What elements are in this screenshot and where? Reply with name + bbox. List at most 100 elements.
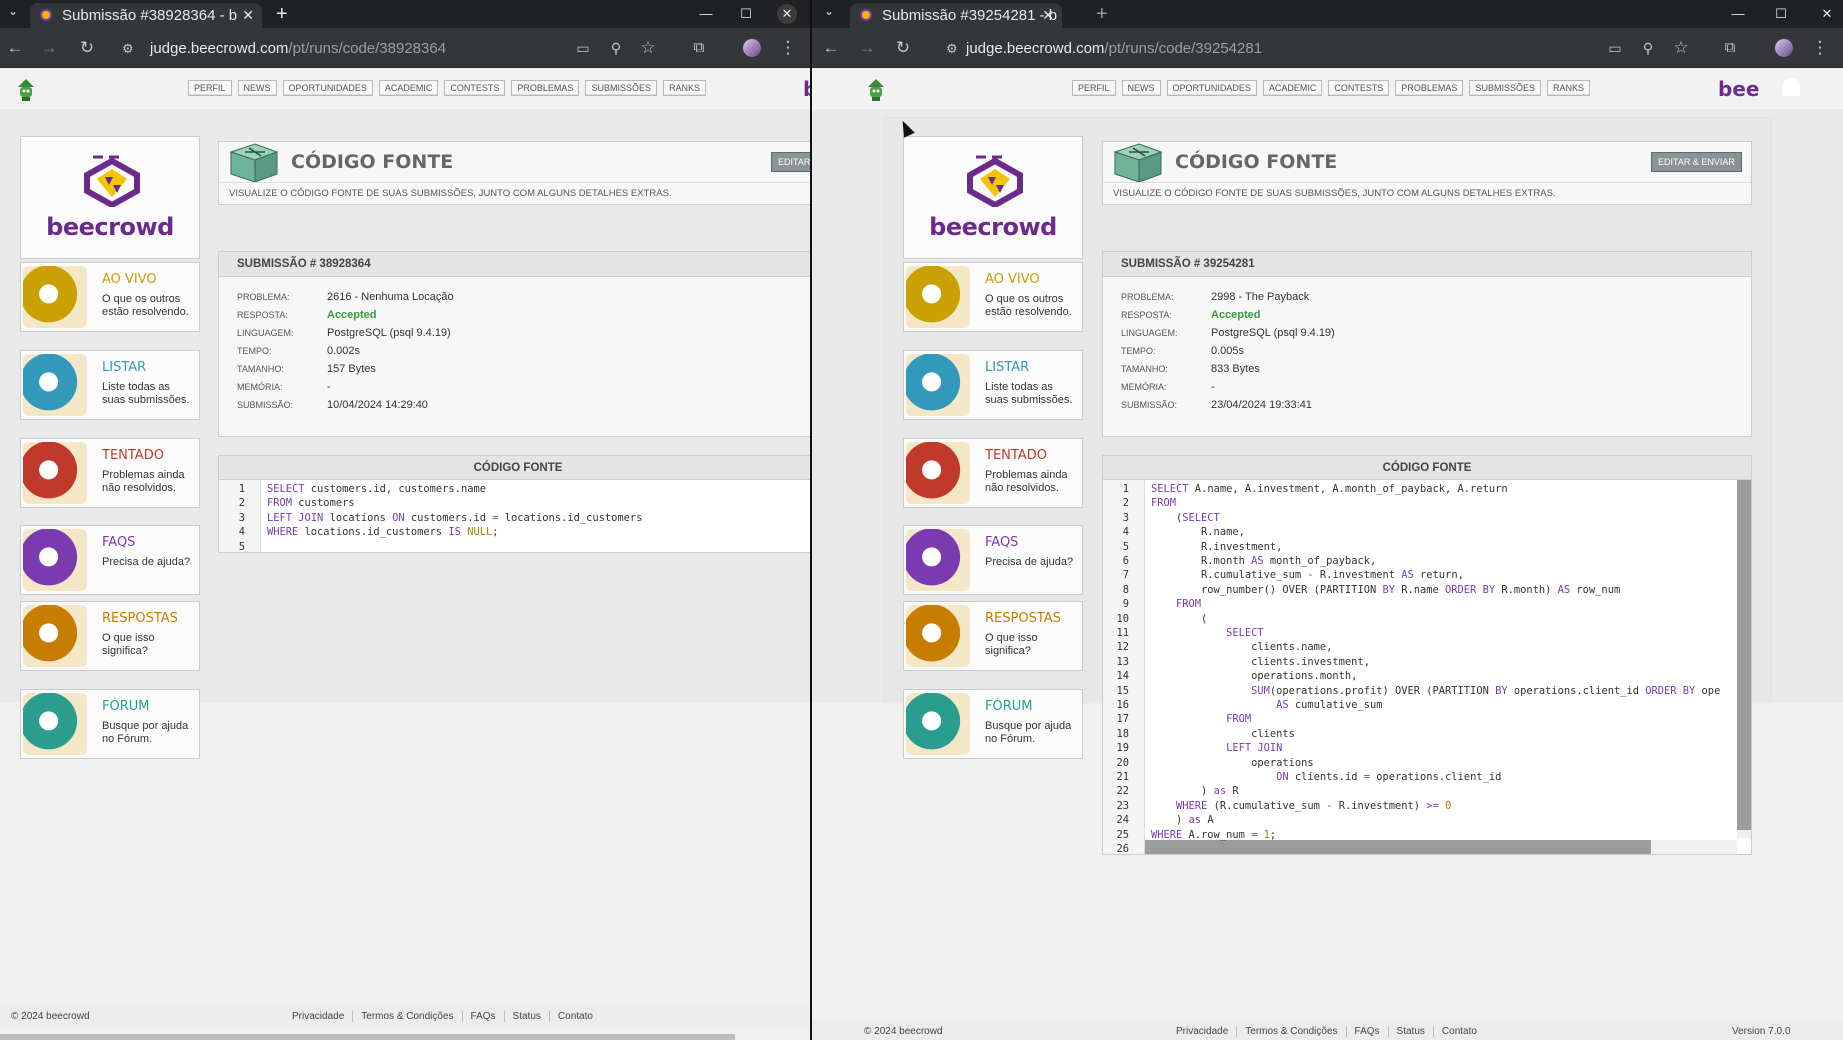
nav-problemas[interactable]: PROBLEMAS [511, 80, 580, 96]
sidebar-item-faqs[interactable]: FAQS Precisa de ajuda? [20, 525, 200, 595]
robot-logo-icon[interactable] [865, 77, 887, 103]
code-text: clients.name, [1151, 641, 1333, 654]
code-line: 12 clients.name, [1103, 640, 1751, 654]
sidebar-item-listar[interactable]: LISTAR Liste todas as suas submissões. [20, 350, 200, 420]
tab-close-icon[interactable]: ✕ [242, 3, 254, 28]
code-line: 23 WHERE (R.cumulative_sum - R.investmen… [1103, 799, 1751, 813]
sidebar-item-f-rum[interactable]: FÓRUM Busque por ajuda no Fórum. [20, 689, 200, 759]
footer-link-termos[interactable]: Termos & Condições [352, 1011, 461, 1022]
footer-link-status[interactable]: Status [1387, 1026, 1433, 1037]
reload-icon[interactable]: ↻ [892, 37, 914, 59]
line-number: 16 [1116, 699, 1129, 711]
footer-link-status[interactable]: Status [503, 1011, 549, 1022]
browser-tab[interactable]: Submissão #38928364 - b ✕ [30, 3, 262, 28]
profile-avatar[interactable] [743, 39, 761, 57]
value-answer: Accepted [1211, 309, 1261, 321]
footer-link-contato[interactable]: Contato [548, 1011, 601, 1022]
footer-link-privacidade[interactable]: Privacidade [284, 1011, 352, 1022]
minimize-icon[interactable]: — [692, 0, 720, 28]
beecrowd-logo[interactable]: beecrowd [20, 136, 200, 259]
nav-contests[interactable]: CONTESTS [444, 80, 506, 96]
sidebar-item-f-rum[interactable]: FÓRUM Busque por ajuda no Fórum. [903, 689, 1083, 759]
sidebar-item-respostas[interactable]: RESPOSTAS O que isso significa? [20, 601, 200, 671]
forward-arrow-icon[interactable]: → [856, 37, 878, 59]
sidebar-item-respostas[interactable]: RESPOSTAS O que isso significa? [903, 601, 1083, 671]
footer-link-privacidade[interactable]: Privacidade [1168, 1026, 1236, 1037]
tab-close-icon[interactable]: ✕ [1042, 3, 1054, 28]
sidebar-item-listar[interactable]: LISTAR Liste todas as suas submissões. [903, 350, 1083, 420]
new-tab-button[interactable]: + [276, 3, 288, 25]
footer-link-faqs[interactable]: FAQs [461, 1011, 504, 1022]
value-problem[interactable]: 2616 - Nenhuma Locação [327, 291, 454, 303]
footer-link-contato[interactable]: Contato [1432, 1026, 1485, 1037]
back-arrow-icon[interactable]: ← [820, 37, 842, 59]
code-line: 17 FROM [1103, 712, 1751, 726]
site-info-icon[interactable]: ⚙ [122, 41, 134, 57]
footer-link-faqs[interactable]: FAQs [1345, 1026, 1388, 1037]
code-editor[interactable]: 1 SELECT A.name, A.investment, A.month_of… [1103, 480, 1751, 856]
nav-news[interactable]: NEWS [237, 80, 277, 96]
nav-oportunidades[interactable]: OPORTUNIDADES [1166, 80, 1257, 96]
profile-avatar[interactable] [1775, 39, 1793, 57]
nav-academic[interactable]: ACADEMIC [1262, 80, 1323, 96]
install-app-icon[interactable]: ▭ [572, 37, 594, 59]
browser-menu-icon[interactable]: ⋮ [1809, 37, 1831, 59]
code-line: 26 [1103, 842, 1751, 856]
edit-submit-button[interactable]: EDITAR & ENVIAR [1651, 152, 1742, 172]
extensions-icon[interactable]: ⧉ [688, 37, 710, 59]
label-size: TAMANHO: [1121, 364, 1168, 374]
nav-perfil[interactable]: PERFIL [1072, 80, 1116, 96]
reload-icon[interactable]: ↻ [76, 37, 98, 59]
window-close-icon[interactable]: ✕ [777, 4, 797, 24]
maximize-icon[interactable]: ☐ [1767, 0, 1795, 28]
sidebar-item-ao-vivo[interactable]: AO VIVO O que os outros estão resolvendo. [903, 262, 1083, 332]
nav-contests[interactable]: CONTESTS [1328, 80, 1390, 96]
nav-academic[interactable]: ACADEMIC [378, 80, 439, 96]
code-line: 3 (SELECT [1103, 511, 1751, 525]
robot-logo-icon[interactable] [15, 77, 37, 103]
browser-menu-icon[interactable]: ⋮ [777, 37, 799, 59]
bookmark-star-icon[interactable]: ☆ [637, 37, 659, 59]
value-problem[interactable]: 2998 - The Payback [1211, 291, 1309, 303]
beecrowd-logo[interactable]: beecrowd [903, 136, 1083, 259]
bee-brand-logo[interactable]: bee [1718, 77, 1759, 101]
browser-tab[interactable]: Submissão #39254281 - b ✕ [850, 3, 1062, 28]
zoom-icon[interactable]: ⚲ [605, 37, 627, 59]
sidebar-item-ao-vivo[interactable]: AO VIVO O que os outros estão resolvendo. [20, 262, 200, 332]
nav-problemas[interactable]: PROBLEMAS [1395, 80, 1464, 96]
bee-brand-logo[interactable]: b [803, 77, 810, 101]
page-horizontal-scrollbar[interactable] [0, 1034, 735, 1040]
window-close-icon[interactable]: ✕ [1813, 0, 1841, 28]
sidebar-item-faqs[interactable]: FAQS Precisa de ajuda? [903, 525, 1083, 595]
nav-oportunidades[interactable]: OPORTUNIDADES [282, 80, 373, 96]
minimize-icon[interactable]: — [1724, 0, 1752, 28]
notification-bell-icon[interactable] [1782, 78, 1800, 96]
tab-search-icon[interactable]: ⌄ [8, 4, 18, 18]
install-app-icon[interactable]: ▭ [1604, 37, 1626, 59]
address-bar[interactable]: judge.beecrowd.com/pt/runs/code/38928364 [150, 40, 446, 57]
beecrowd-wordmark: beecrowd [929, 213, 1057, 241]
tab-search-icon[interactable]: ⌄ [824, 4, 834, 18]
code-editor[interactable]: 1 SELECT customers.id, customers.name 2 FRO… [219, 480, 810, 553]
sidebar-item-tentado[interactable]: TENTADO Problemas ainda não resolvidos. [903, 438, 1083, 508]
nav-submissoes[interactable]: SUBMISSÕES [1469, 80, 1541, 96]
extensions-icon[interactable]: ⧉ [1719, 37, 1741, 59]
address-bar[interactable]: judge.beecrowd.com/pt/runs/code/39254281 [966, 40, 1262, 57]
sidebar-item-title: FÓRUM [985, 699, 1033, 714]
nav-ranks[interactable]: RANKS [662, 80, 706, 96]
footer-link-termos[interactable]: Termos & Condições [1236, 1026, 1345, 1037]
sidebar-item-tentado[interactable]: TENTADO Problemas ainda não resolvidos. [20, 438, 200, 508]
nav-ranks[interactable]: RANKS [1546, 80, 1590, 96]
zoom-icon[interactable]: ⚲ [1637, 37, 1659, 59]
maximize-icon[interactable]: ☐ [732, 0, 760, 28]
new-tab-button[interactable]: + [1096, 3, 1108, 25]
nav-news[interactable]: NEWS [1121, 80, 1161, 96]
bookmark-star-icon[interactable]: ☆ [1670, 37, 1692, 59]
back-arrow-icon[interactable]: ← [4, 37, 26, 59]
nav-submissoes[interactable]: SUBMISSÕES [585, 80, 657, 96]
label-problem: PROBLEMA: [1121, 292, 1174, 302]
edit-submit-button[interactable]: EDITAR & [771, 152, 810, 172]
forward-arrow-icon[interactable]: → [38, 37, 60, 59]
site-info-icon[interactable]: ⚙ [946, 41, 958, 57]
nav-perfil[interactable]: PERFIL [188, 80, 232, 96]
